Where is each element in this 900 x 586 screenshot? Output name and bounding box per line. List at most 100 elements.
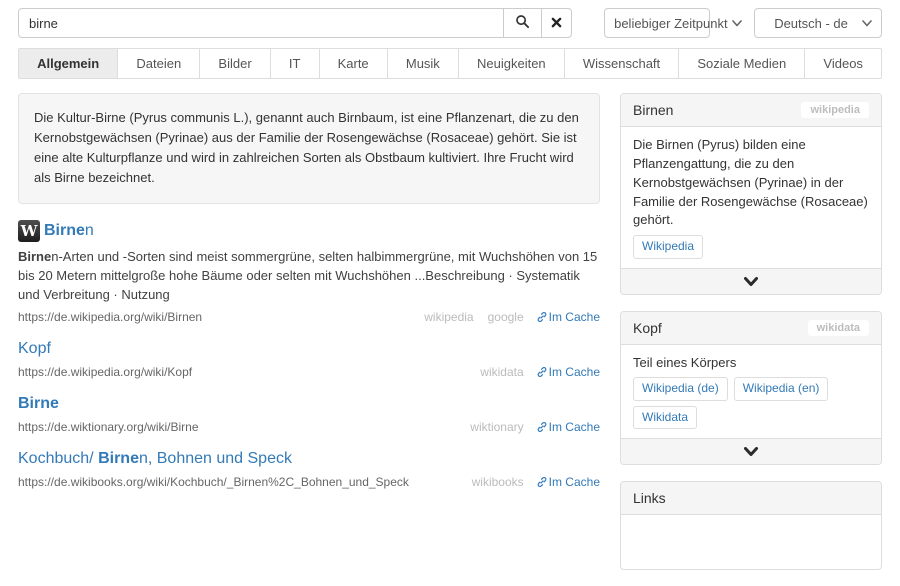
result-title-row: Kochbuch/ Birnen, Bohnen und Speck <box>18 449 600 469</box>
plain-text: n, Bohnen und Speck <box>138 450 292 468</box>
highlighted-query-text: Birne <box>98 450 139 468</box>
search-input[interactable] <box>18 8 505 38</box>
tab-soziale-medien[interactable]: Soziale Medien <box>678 49 804 78</box>
panel-title: Kopf <box>633 319 662 336</box>
plain-text: Kopf <box>18 340 51 358</box>
cache-link-label: Im Cache <box>548 420 600 435</box>
plain-text: n-Arten und -Sorten sind meist sommergrü… <box>18 248 598 303</box>
panel-source-badge: wikipedia <box>801 102 869 118</box>
result-url: https://de.wiktionary.org/wiki/Birne <box>18 420 199 435</box>
result-meta-row: https://de.wikibooks.org/wiki/Kochbuch/_… <box>18 475 600 489</box>
chevron-down-icon <box>862 19 872 27</box>
result-url: https://de.wikipedia.org/wiki/Kopf <box>18 365 193 380</box>
wikipedia-de-button[interactable]: Wikipedia (de) <box>633 377 728 401</box>
panel-text: Teil eines Körpers <box>633 354 737 370</box>
panel-body: Die Birnen (Pyrus) bilden eine Pflanzeng… <box>621 127 881 268</box>
result-item: Kopf https://de.wikipedia.org/wiki/Kopf wi… <box>18 339 600 379</box>
wikipedia-button[interactable]: Wikipedia <box>633 235 704 259</box>
tab-it[interactable]: IT <box>269 49 319 78</box>
infobox-panel-links: Links <box>620 481 882 571</box>
result-title-row: Birne <box>18 394 600 414</box>
tab-karte[interactable]: Karte <box>318 49 387 78</box>
panel-title: Birnen <box>633 102 674 118</box>
link-icon <box>536 476 548 488</box>
engine-label-wiktionary: wiktionary <box>470 420 524 435</box>
plain-text: Kochbuch/ <box>18 450 99 468</box>
panel-collapse-button[interactable] <box>621 438 881 465</box>
search-form <box>18 8 573 38</box>
cache-link-label: Im Cache <box>548 310 600 325</box>
panel-header: Kopf wikidata <box>621 311 881 345</box>
category-tabs: Allgemein Dateien Bilder IT Karte Musik Neuigk… <box>18 48 882 79</box>
search-button[interactable] <box>503 8 543 38</box>
tab-musik[interactable]: Musik <box>386 49 458 78</box>
panel-header: Birnen wikipedia <box>621 94 881 127</box>
cache-link-label: Im Cache <box>548 365 600 380</box>
link-icon <box>536 421 548 433</box>
wikipedia-w-icon: W <box>18 219 40 242</box>
cache-link[interactable]: Im Cache <box>536 365 600 379</box>
result-url: https://de.wikipedia.org/wiki/Birnen <box>18 310 203 325</box>
panel-title: Links <box>633 490 666 507</box>
x-icon <box>551 16 562 31</box>
infobox-panel-birnen: Birnen wikipedia Die Birnen (Pyrus) bilden… <box>620 93 882 295</box>
result-meta-row: https://de.wikipedia.org/wiki/Kopf wikida… <box>18 365 600 379</box>
result-title-link[interactable]: Kopf <box>18 339 51 359</box>
panel-body <box>621 515 881 569</box>
result-meta-row: https://de.wikipedia.org/wiki/Birnen wiki… <box>18 310 600 324</box>
panel-source-badge: wikidata <box>807 319 869 336</box>
results-column: Die Kultur-Birne (Pyrus communis L.), ge… <box>18 93 600 586</box>
top-bar: beliebiger Zeitpunkt Deutsch - de <box>18 8 882 38</box>
highlighted-query-text: Birne <box>18 248 52 264</box>
language-select[interactable]: Deutsch - de <box>754 8 882 38</box>
tab-videos[interactable]: Videos <box>804 49 881 78</box>
result-item: W Birnen Birnen-Arten und -Sorten sind mei… <box>18 219 600 324</box>
panel-collapse-button[interactable] <box>621 267 881 294</box>
highlighted-query-text: Birne <box>44 221 85 239</box>
panel-body: Teil eines Körpers Wikipedia (de) Wikipedi… <box>621 345 881 439</box>
panel-header: Links <box>621 482 881 516</box>
panel-text: Die Birnen (Pyrus) bilden eine Pflanzeng… <box>633 137 868 228</box>
engine-label-wikibooks: wikibooks <box>471 475 524 490</box>
result-description: Birnen-Arten und -Sorten sind meist somm… <box>18 247 600 305</box>
chevron-down-icon <box>743 444 759 461</box>
wikipedia-en-button[interactable]: Wikipedia (en) <box>733 377 829 401</box>
magnifier-icon <box>515 14 530 32</box>
result-url: https://de.wikibooks.org/wiki/Kochbuch/_… <box>18 475 409 490</box>
clear-search-button[interactable] <box>541 8 573 38</box>
search-results-page: beliebiger Zeitpunkt Deutsch - de Allgem… <box>0 0 900 586</box>
cache-link-label: Im Cache <box>548 475 600 490</box>
chevron-down-icon <box>731 19 742 27</box>
link-icon <box>536 311 548 323</box>
tab-neuigkeiten[interactable]: Neuigkeiten <box>457 49 564 78</box>
chevron-down-icon <box>743 274 759 291</box>
engine-label-google: google <box>487 310 524 325</box>
cache-link[interactable]: Im Cache <box>536 310 600 324</box>
tab-bilder[interactable]: Bilder <box>199 49 269 78</box>
link-icon <box>536 366 548 378</box>
wikidata-button[interactable]: Wikidata <box>633 405 698 430</box>
cache-link[interactable]: Im Cache <box>536 420 600 434</box>
language-value: Deutsch - de <box>774 15 848 31</box>
result-title-link[interactable]: Birnen <box>44 221 94 241</box>
time-range-select[interactable]: beliebiger Zeitpunkt <box>604 8 742 38</box>
result-title-link[interactable]: Kochbuch/ Birnen, Bohnen und Speck <box>18 449 292 469</box>
result-title-link[interactable]: Birne <box>18 394 59 414</box>
plain-text: n <box>84 221 94 239</box>
engine-label-wikidata: wikidata <box>480 365 524 380</box>
infobox-panel-kopf: Kopf wikidata Teil eines Körpers Wikipedia … <box>620 310 882 466</box>
tab-wissenschaft[interactable]: Wissenschaft <box>563 49 679 78</box>
tab-dateien[interactable]: Dateien <box>117 49 199 78</box>
tab-allgemein[interactable]: Allgemein <box>19 49 118 78</box>
content-area: Die Kultur-Birne (Pyrus communis L.), ge… <box>18 93 882 586</box>
result-title-row: W Birnen <box>18 219 600 242</box>
top-infobox: Die Kultur-Birne (Pyrus communis L.), ge… <box>18 93 600 204</box>
result-meta-row: https://de.wiktionary.org/wiki/Birne wikt… <box>18 420 600 434</box>
result-item: Kochbuch/ Birnen, Bohnen und Speck https:… <box>18 449 600 489</box>
result-item: Birne https://de.wiktionary.org/wiki/Birn… <box>18 394 600 434</box>
results-list: W Birnen Birnen-Arten und -Sorten sind mei… <box>18 219 600 489</box>
engine-label-wikipedia: wikipedia <box>424 310 474 325</box>
result-title-row: Kopf <box>18 339 600 359</box>
time-range-value: beliebiger Zeitpunkt <box>614 15 728 31</box>
cache-link[interactable]: Im Cache <box>536 475 600 489</box>
